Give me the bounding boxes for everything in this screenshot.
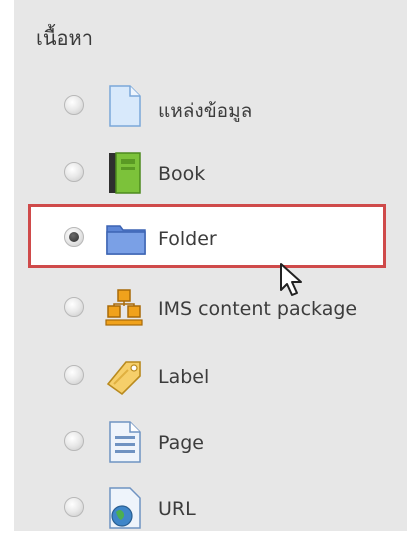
- radio-button[interactable]: [64, 297, 84, 317]
- option-resource[interactable]: แหล่งข้อมูล: [30, 80, 390, 132]
- option-url[interactable]: URL: [30, 482, 390, 534]
- option-folder[interactable]: Folder: [30, 212, 390, 264]
- option-page[interactable]: Page: [30, 416, 390, 468]
- radio-button[interactable]: [64, 95, 84, 115]
- package-icon: [104, 286, 144, 330]
- radio-button[interactable]: [64, 497, 84, 517]
- section-heading: เนื้อหา: [36, 26, 93, 50]
- option-label: Page: [158, 432, 204, 454]
- option-label: IMS content package: [158, 298, 358, 320]
- book-icon: [104, 151, 144, 195]
- option-book[interactable]: Book: [30, 147, 390, 199]
- globe-icon: [104, 486, 144, 530]
- mouse-pointer-icon: [279, 262, 307, 298]
- tag-icon: [104, 354, 144, 398]
- radio-button-selected[interactable]: [64, 227, 84, 247]
- option-label: แหล่งข้อมูล: [158, 100, 253, 122]
- option-label: URL: [158, 498, 196, 520]
- folder-icon: [104, 216, 146, 260]
- radio-button[interactable]: [64, 365, 84, 385]
- option-label: Folder: [158, 228, 217, 250]
- left-margin: [0, 0, 14, 531]
- file-icon: [104, 84, 144, 128]
- option-ims-content-package[interactable]: IMS content package: [30, 282, 390, 334]
- page-icon: [104, 420, 144, 464]
- option-label-resource[interactable]: Label: [30, 350, 390, 402]
- radio-button[interactable]: [64, 431, 84, 451]
- radio-button[interactable]: [64, 162, 84, 182]
- option-label: Label: [158, 366, 210, 388]
- option-label: Book: [158, 163, 206, 185]
